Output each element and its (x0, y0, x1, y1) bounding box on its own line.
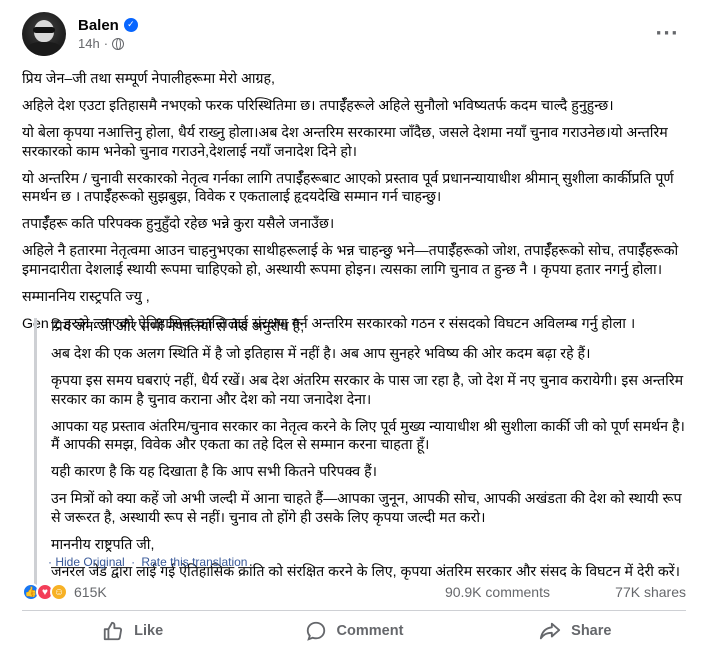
action-divider (22, 610, 686, 611)
translation-separator: · (48, 555, 52, 569)
post-header: Balen ✓ 14h · ··· (22, 12, 686, 56)
post-paragraph: यो बेला कृपया नआत्तिनु होला, धैर्य राख्न… (22, 125, 668, 160)
post-paragraph: सम्माननिय रास्ट्रपति ज्यु , (22, 288, 150, 305)
author-name-row: Balen ✓ (78, 15, 138, 35)
translation-paragraph: यही कारण है कि यह दिखाता है कि आप सभी कि… (51, 464, 378, 480)
comment-button[interactable]: Comment (243, 613, 464, 649)
action-bar: Like Comment Share (22, 613, 686, 649)
shares-count[interactable]: 77K shares (615, 582, 686, 602)
author-name[interactable]: Balen (78, 17, 119, 34)
comment-icon (306, 621, 325, 641)
share-label: Share (571, 623, 612, 639)
post-meta: 14h · (78, 36, 125, 51)
post-body: प्रिय जेन–जी तथा सम्पूर्ण नेपालीहरूमा मे… (22, 70, 686, 342)
post-paragraph: प्रिय जेन–जी तथा सम्पूर्ण नेपालीहरूमा मे… (22, 71, 275, 87)
translation-paragraph: माननीय राष्ट्रपति जी, (51, 536, 155, 553)
post-paragraph: यो अन्तरिम / चुनावी सरकारको नेतृत्व गर्न… (22, 170, 674, 206)
post-timestamp[interactable]: 14h (78, 36, 100, 51)
like-button[interactable]: Like (22, 613, 243, 649)
translation-paragraph: अब देश की एक अलग स्थिति में है जो इतिहास… (51, 346, 591, 362)
translated-text: प्रिय जेन-जी और सभी नेपालियों से मेरा अन… (34, 318, 686, 590)
share-icon (540, 622, 561, 640)
translation-paragraph: आपका यह प्रस्ताव अंतरिम/चुनाव सरकार का न… (51, 418, 685, 454)
reactions-summary[interactable]: 👍 ♥ ☺ 615K (22, 582, 107, 602)
meta-separator: · (103, 36, 109, 51)
avatar[interactable] (22, 12, 66, 56)
more-options-icon[interactable]: ··· (652, 18, 682, 48)
share-button[interactable]: Share (465, 613, 686, 649)
translation-paragraph: उन मित्रों को क्या कहें जो अभी जल्दी में… (51, 491, 682, 526)
like-label: Like (134, 623, 164, 639)
hide-original-link[interactable]: Hide Original (55, 555, 124, 569)
comment-label: Comment (336, 623, 404, 639)
comments-count[interactable]: 90.9K comments (445, 582, 550, 602)
globe-icon[interactable] (112, 37, 125, 50)
post-card: Balen ✓ 14h · ··· प्रिय जेन–जी तथा सम्पू… (0, 0, 708, 649)
translation-paragraph: प्रिय जेन-जी और सभी नेपालियों से मेरा अन… (51, 319, 305, 335)
like-icon (103, 621, 123, 641)
translation-paragraph: कृपया इस समय घबराएं नहीं, धैर्य रखें। अब… (51, 373, 684, 408)
verified-badge-icon: ✓ (123, 18, 138, 32)
translation-links: · Hide Original · Rate this translation (48, 555, 247, 569)
rate-translation-link[interactable]: Rate this translation (141, 555, 247, 569)
post-stats: 👍 ♥ ☺ 615K 90.9K comments 77K shares (22, 580, 686, 604)
post-paragraph: तपाईँहरू कति परिपक्क हुनुहुँदो रहेछ भन्न… (22, 216, 335, 232)
post-paragraph: अहिले नै हतारमा नेतृत्वमा आउन चाहनुभएका … (22, 243, 679, 278)
link-separator: · (131, 555, 136, 569)
post-paragraph: अहिले देश एउटा इतिहासमै नभएको फरक परिस्थ… (22, 98, 614, 114)
reactions-count: 615K (74, 584, 107, 600)
care-reaction-icon: ☺ (50, 583, 68, 601)
